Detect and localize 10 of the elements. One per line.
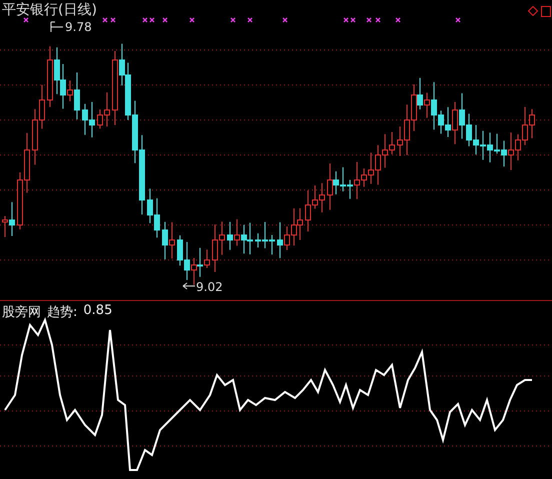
high-price-label: 9.78 [65, 20, 92, 34]
arrow-icon [50, 21, 64, 33]
indicator-label: 趋势: [47, 304, 78, 321]
square-icon [541, 6, 551, 17]
low-price-label: 9.02 [196, 280, 223, 294]
chart-title: 平安银行(日线) [2, 1, 97, 19]
arrow-icon [182, 282, 196, 290]
indicator-value: 0.85 [83, 303, 112, 320]
indicator-name: 股旁网 [2, 304, 41, 321]
diamond-icon [528, 6, 538, 16]
